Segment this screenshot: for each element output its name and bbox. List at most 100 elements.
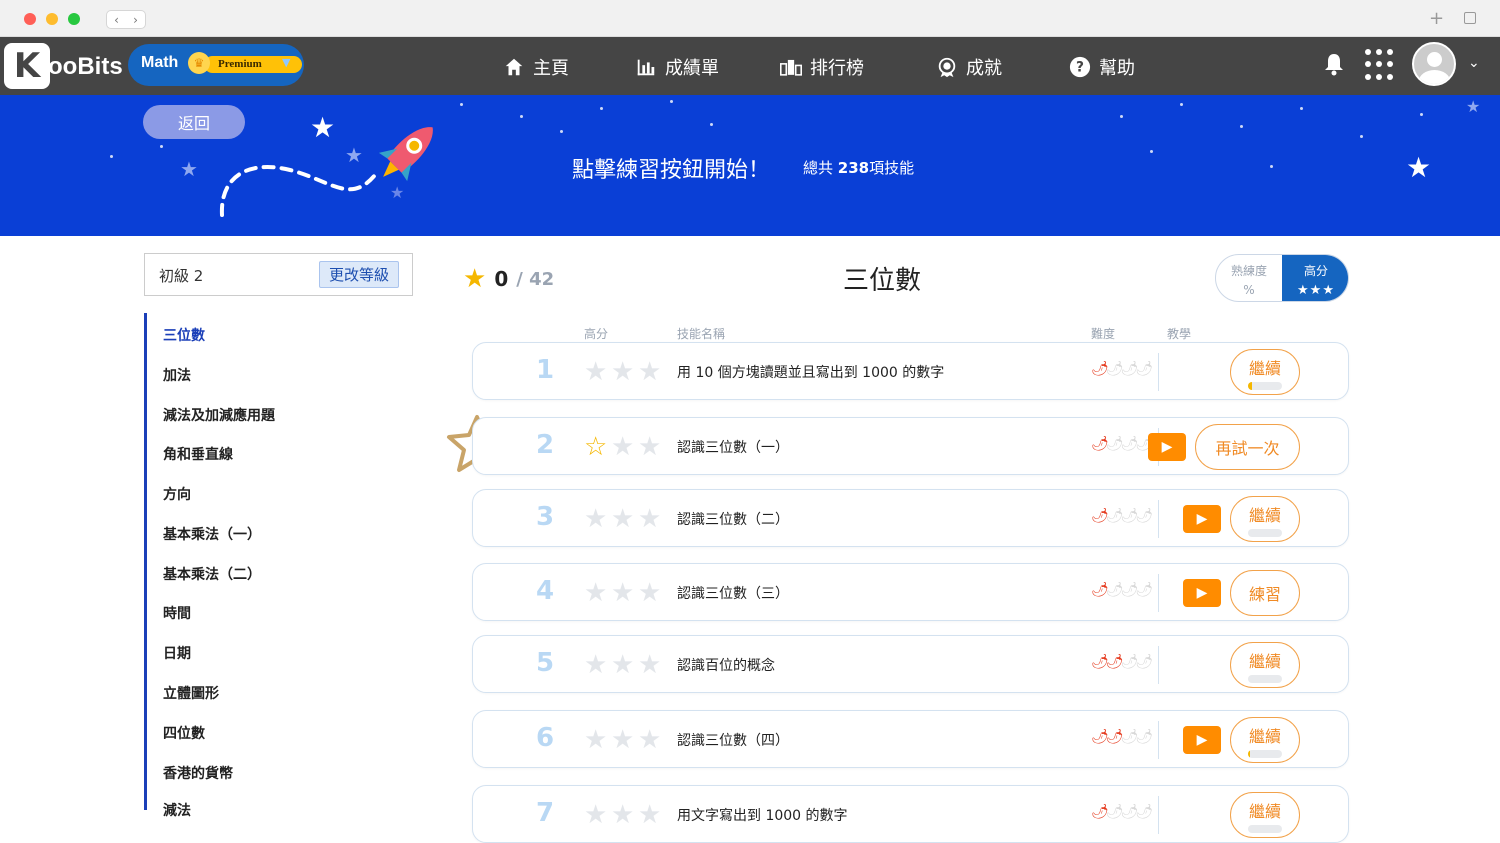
chili-icon: 🌶 bbox=[1120, 361, 1139, 377]
skill-number: 7 bbox=[535, 798, 555, 828]
skill-name[interactable]: 用 10 個方塊讀題並且寫出到 1000 的數字 bbox=[677, 362, 944, 382]
star-decoration-icon: ★ bbox=[1466, 97, 1481, 116]
topic-item[interactable]: 香港的貨幣 bbox=[163, 763, 233, 783]
divider bbox=[1158, 353, 1159, 391]
new-tab-icon[interactable]: + bbox=[1429, 8, 1444, 29]
mastery-toggle-option[interactable]: 熟練度 % bbox=[1216, 255, 1282, 301]
practice-button[interactable]: 再試一次 bbox=[1195, 424, 1300, 470]
practice-button[interactable]: 練習 bbox=[1230, 570, 1300, 616]
topic-item[interactable]: 立體圖形 bbox=[163, 683, 219, 703]
avatar[interactable] bbox=[1412, 42, 1456, 86]
play-video-button[interactable]: ▶ bbox=[1148, 433, 1186, 461]
star-empty-icon: ★ bbox=[611, 725, 635, 755]
chevron-down-icon: ▼ bbox=[282, 56, 291, 69]
skill-count-value: 238 bbox=[837, 159, 870, 177]
topic-item[interactable]: 時間 bbox=[163, 603, 191, 623]
practice-button[interactable]: 繼續 bbox=[1230, 792, 1300, 838]
nav-report[interactable]: 成績單 bbox=[635, 54, 719, 80]
star-empty-icon: ★ bbox=[638, 578, 662, 608]
highscore-stars-icon: ★★★ bbox=[1297, 283, 1335, 298]
practice-button-label: 繼續 bbox=[1248, 651, 1281, 671]
browser-back-icon[interactable]: ‹ bbox=[114, 13, 119, 27]
skill-number: 4 bbox=[535, 576, 555, 606]
skill-name[interactable]: 認識三位數（三） bbox=[677, 583, 789, 603]
subject-selector[interactable]: Math Premium ♛ ▼ bbox=[128, 44, 304, 86]
practice-button[interactable]: 繼續 bbox=[1230, 717, 1300, 763]
skill-count-suffix: 項技能 bbox=[869, 159, 915, 177]
account-chevron-down-icon[interactable]: ⌄ bbox=[1468, 55, 1480, 71]
star-empty-icon: ★ bbox=[584, 725, 608, 755]
chili-icon: 🌶 bbox=[1105, 654, 1124, 670]
change-level-button[interactable]: 更改等級 bbox=[319, 261, 399, 288]
chili-icon: 🌶 bbox=[1105, 508, 1124, 524]
star-empty-icon: ★ bbox=[584, 650, 608, 680]
topic-item[interactable]: 三位數 bbox=[163, 325, 205, 345]
chili-icon: 🌶 bbox=[1120, 729, 1139, 745]
skill-name[interactable]: 認識百位的概念 bbox=[677, 655, 775, 675]
star-empty-icon: ★ bbox=[611, 650, 635, 680]
play-video-button[interactable]: ▶ bbox=[1183, 726, 1221, 754]
mastery-percent-label: % bbox=[1243, 283, 1255, 297]
star-icon: ★ bbox=[463, 264, 487, 294]
star-empty-icon: ★ bbox=[611, 504, 635, 534]
back-button[interactable]: 返回 bbox=[143, 105, 245, 139]
highscore-toggle-option[interactable]: 高分 ★★★ bbox=[1282, 255, 1348, 301]
skill-name[interactable]: 認識三位數（二） bbox=[677, 509, 789, 529]
chili-icon: 🌶 bbox=[1091, 729, 1109, 745]
topic-item[interactable]: 基本乘法（一） bbox=[163, 524, 261, 544]
practice-button[interactable]: 繼續 bbox=[1230, 496, 1300, 542]
topic-item[interactable]: 基本乘法（二） bbox=[163, 564, 261, 584]
skill-stars: ★ ★ ★ bbox=[584, 650, 665, 680]
chili-icon: 🌶 bbox=[1091, 654, 1109, 670]
column-header-difficulty: 難度 bbox=[1091, 327, 1116, 341]
practice-button[interactable]: 繼續 bbox=[1230, 349, 1300, 395]
browser-forward-icon[interactable]: › bbox=[133, 13, 138, 27]
chili-icon: 🌶 bbox=[1105, 804, 1124, 820]
tabs-overview-icon[interactable] bbox=[1464, 12, 1476, 24]
minimize-window-icon[interactable] bbox=[46, 13, 58, 25]
divider bbox=[1158, 574, 1159, 612]
topic-item[interactable]: 角和垂直線 bbox=[163, 444, 233, 464]
topic-item[interactable]: 減法及加減應用題 bbox=[163, 405, 275, 425]
nav-achievements-label: 成就 bbox=[966, 58, 1002, 79]
topic-item[interactable]: 減法 bbox=[163, 800, 191, 820]
skill-name[interactable]: 認識三位數（四） bbox=[677, 730, 789, 750]
help-icon: ? bbox=[1069, 56, 1091, 78]
practice-button-label: 繼續 bbox=[1248, 505, 1281, 525]
nav-achievements[interactable]: 成就 bbox=[936, 54, 1002, 80]
maximize-window-icon[interactable] bbox=[68, 13, 80, 25]
play-video-button[interactable]: ▶ bbox=[1183, 579, 1221, 607]
skill-name[interactable]: 認識三位數（一） bbox=[677, 437, 789, 457]
nav-help-label: 幫助 bbox=[1099, 58, 1135, 79]
apps-grid-icon[interactable] bbox=[1365, 49, 1397, 81]
topic-item[interactable]: 四位數 bbox=[163, 723, 205, 743]
chili-icon: 🌶 bbox=[1120, 582, 1139, 598]
koobits-logo[interactable]: K oo​Bits bbox=[4, 43, 124, 89]
chili-icon: 🌶 bbox=[1120, 508, 1139, 524]
nav-leaderboard[interactable]: 排行榜 bbox=[780, 54, 864, 80]
chili-icon: 🌶 bbox=[1091, 804, 1109, 820]
bell-icon[interactable] bbox=[1322, 52, 1346, 76]
nav-help[interactable]: ? 幫助 bbox=[1069, 54, 1135, 80]
play-video-button[interactable]: ▶ bbox=[1183, 505, 1221, 533]
highscore-label: 高分 bbox=[1303, 264, 1328, 278]
topic-item[interactable]: 日期 bbox=[163, 643, 191, 663]
close-window-icon[interactable] bbox=[24, 13, 36, 25]
nav-home[interactable]: 主頁 bbox=[503, 54, 569, 80]
table-row: 7 ★ ★ ★ 用文字寫出到 1000 的數字 🌶🌶🌶🌶 繼續 bbox=[472, 785, 1349, 843]
subject-name: Math bbox=[141, 54, 179, 71]
difficulty-rating: 🌶🌶🌶🌶 bbox=[1091, 508, 1153, 524]
nav-home-label: 主頁 bbox=[533, 58, 569, 79]
topic-item[interactable]: 方向 bbox=[163, 484, 191, 504]
table-row: 2 ☆ ★ ★ 認識三位數（一） 🌶🌶🌶🌶 ▶ 再試一次 bbox=[472, 417, 1349, 475]
browser-chrome: ‹ › + bbox=[0, 0, 1500, 37]
badge-icon bbox=[938, 57, 956, 78]
practice-button[interactable]: 繼續 bbox=[1230, 642, 1300, 688]
current-level: 初級 2 bbox=[159, 267, 204, 285]
star-score: ★ 0 / 42 bbox=[463, 264, 554, 294]
star-decoration-icon: ★ bbox=[180, 157, 198, 181]
skill-stars: ★ ★ ★ bbox=[584, 725, 665, 755]
skill-name[interactable]: 用文字寫出到 1000 的數字 bbox=[677, 805, 848, 825]
topic-item[interactable]: 加法 bbox=[163, 365, 191, 385]
table-row: 3 ★ ★ ★ 認識三位數（二） 🌶🌶🌶🌶 ▶ 繼續 bbox=[472, 489, 1349, 547]
